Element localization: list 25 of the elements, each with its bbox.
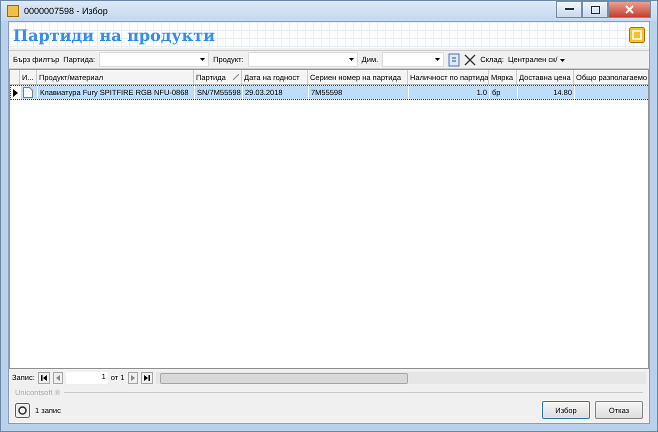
last-record-button[interactable] xyxy=(140,372,152,384)
minimize-icon xyxy=(564,8,574,11)
maximize-icon xyxy=(590,6,600,14)
close-button[interactable] xyxy=(608,1,651,18)
dropdown-arrow-icon xyxy=(560,59,565,62)
next-icon xyxy=(130,374,134,380)
close-icon xyxy=(625,5,634,14)
dropdown-arrow-icon xyxy=(348,58,354,61)
last-icon xyxy=(144,374,150,380)
first-icon xyxy=(40,374,47,380)
minimize-button[interactable] xyxy=(556,1,582,18)
previous-icon xyxy=(56,374,60,380)
file-icon xyxy=(23,87,33,98)
maximize-button[interactable] xyxy=(582,1,608,18)
dropdown-arrow-icon xyxy=(200,58,206,61)
clear-icon[interactable] xyxy=(464,54,476,66)
page-title: Партиди на продукти xyxy=(13,26,216,44)
current-row-icon xyxy=(13,88,18,96)
panel-icon[interactable] xyxy=(629,27,645,43)
first-record-button[interactable] xyxy=(38,372,50,384)
horizontal-scrollbar[interactable] xyxy=(156,372,646,384)
app-icon xyxy=(7,5,19,17)
window-title: 0000007598 - Избор xyxy=(24,6,108,16)
dropdown-arrow-icon xyxy=(435,58,440,61)
document-icon[interactable] xyxy=(448,52,460,66)
